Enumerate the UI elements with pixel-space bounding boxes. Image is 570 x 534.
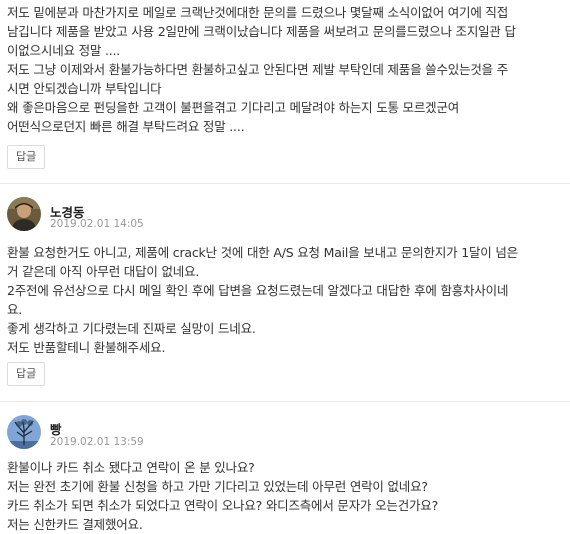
comment-date: 2019.02.01 13:59 — [50, 436, 144, 448]
comment-line: 2주전에 유선상으로 다시 메일 확인 후에 답변을 요청드렸는데 알겠다고 대… — [7, 283, 509, 298]
comment-line: 환불 요청한거도 아니고, 제품에 crack난 것에 대한 A/S 요청 Ma… — [7, 245, 518, 260]
comment-line: 시면 안되겠습니까 부탁입니다 — [7, 81, 162, 96]
person-photo-icon — [7, 197, 41, 231]
reply-button[interactable]: 답글 — [7, 362, 46, 386]
comment-date: 2019.02.01 14:05 — [50, 218, 144, 230]
comment-divider — [0, 183, 570, 184]
comment-line: 이없으시네요 정말 .... — [7, 43, 121, 58]
comment-line: 좋게 생각하고 기다렸는데 진짜로 실망이 드네요. — [7, 321, 256, 336]
comment-line: 남깁니다 제품을 받았고 사용 2일만에 크랙이났습니다 제품을 써보려고 문의… — [7, 24, 516, 39]
comment-line: 환불이나 카드 취소 됐다고 연락이 온 분 있나요? — [7, 460, 255, 475]
avatar[interactable] — [7, 415, 41, 449]
comment-line: 저는 완전 초기에 환불 신청을 하고 가만 기다리고 있었는데 아무런 연락이… — [7, 479, 428, 494]
reply-button[interactable]: 답글 — [7, 145, 46, 169]
comment-2-body: 환불 요청한거도 아니고, 제품에 crack난 것에 대한 A/S 요청 Ma… — [7, 243, 518, 357]
comment-line: 왜 좋은마음으로 펀딩을한 고객이 불편을겪고 기다리고 메달려야 하는지 도통… — [7, 100, 460, 115]
tree-photo-icon — [7, 415, 41, 449]
comment-1-body: 저도 밑에분과 마찬가지로 메일로 크랙난것에대한 문의를 드렸으나 몇달째 소… — [7, 3, 516, 136]
comment-line: 거 같은데 아직 아무런 대답이 없네요. — [7, 264, 200, 279]
comment-line: 요. — [7, 302, 23, 317]
avatar[interactable] — [7, 197, 41, 231]
comment-line: 저도 밑에분과 마찬가지로 메일로 크랙난것에대한 문의를 드렸으나 몇달째 소… — [7, 5, 509, 20]
comment-line: 어떤식으로던지 빠른 해결 부탁드려요 정말 .... — [7, 119, 245, 134]
comment-line: 저도 반품할테니 환불해주세요. — [7, 340, 166, 355]
comment-line: 저는 신한카드 결제했어요. — [7, 517, 143, 532]
comment-line: 카드 취소가 되면 취소가 되었다고 연락이 오나요? 와디즈측에서 문자가 오… — [7, 498, 439, 513]
comment-line: 저도 그냥 이제와서 환불가능하다면 환불하고싶고 안된다면 제발 부탁인데 제… — [7, 62, 509, 77]
comment-divider — [0, 401, 570, 402]
comment-3-body: 환불이나 카드 취소 됐다고 연락이 온 분 있나요? 저는 완전 초기에 환불… — [7, 458, 438, 534]
